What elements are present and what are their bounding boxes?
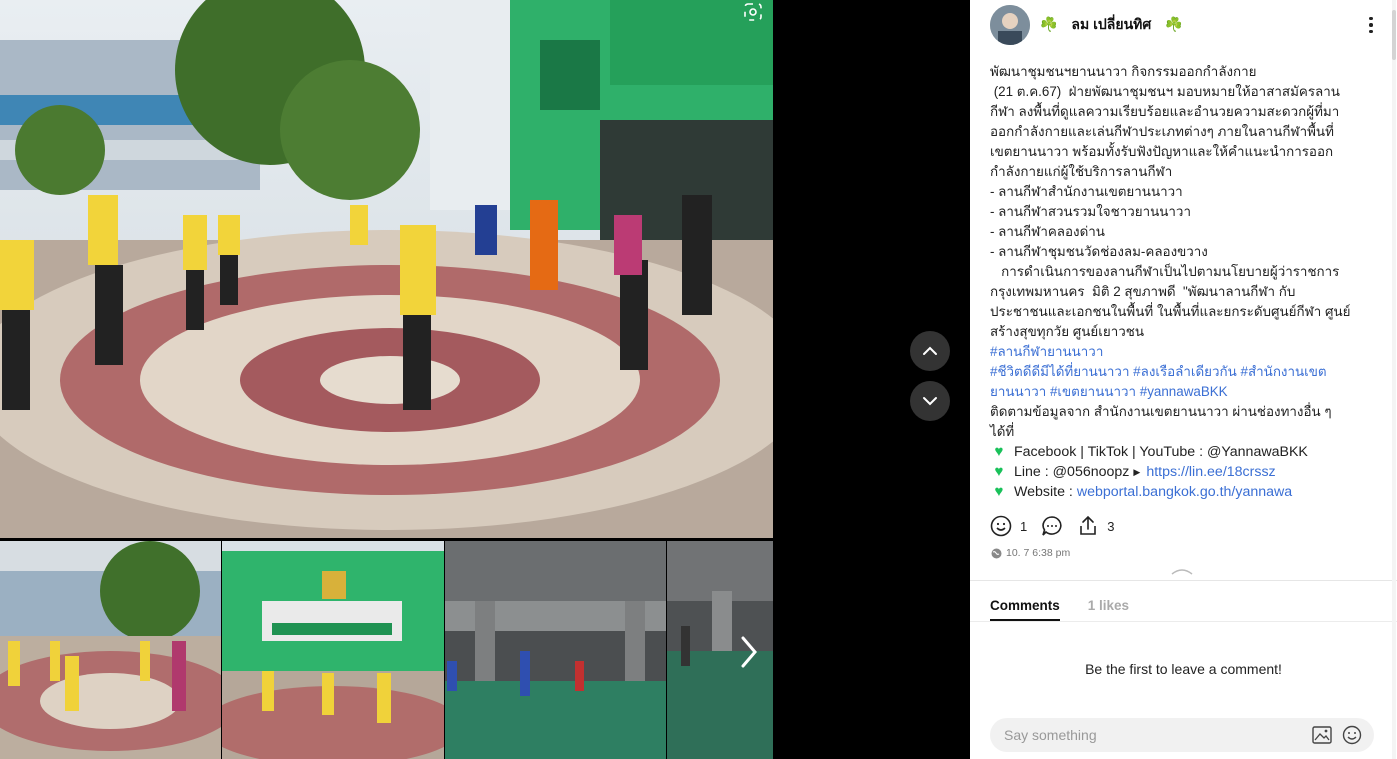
post-actions: 1 3 — [990, 514, 1124, 538]
line-link[interactable]: https://lin.ee/18crssz — [1146, 462, 1275, 482]
chevron-down-icon[interactable] — [910, 381, 950, 421]
contact-social: Facebook | TikTok | YouTube : @YannawaBK… — [1014, 444, 1308, 460]
author-name[interactable]: ☘️ ลม เปลี่ยนทิศ ☘️ — [1040, 14, 1183, 36]
divider — [970, 621, 1397, 622]
reaction-count: 1 — [1020, 518, 1028, 534]
contact-line-id: Line : @056noopz — [1014, 464, 1130, 480]
avatar[interactable] — [990, 5, 1030, 45]
heart-icon: ♥ — [994, 443, 1004, 460]
contact-line: ♥ Facebook | TikTok | YouTube : @Yannawa… — [990, 442, 1382, 462]
post-line: กีฬา ลงพื้นที่ดูแลความเรียบร้อยและอำนวยค… — [990, 104, 1340, 119]
follow-text: ได้ที่ — [990, 424, 1015, 439]
lens-icon[interactable] — [736, 0, 770, 24]
divider — [970, 580, 1397, 581]
timestamp-text: 10. 7 6:38 pm — [1006, 547, 1071, 559]
post-panel: ☘️ ลม เปลี่ยนทิศ ☘️ พัฒนาชุมชนฯยานนาวา ก… — [970, 0, 1397, 759]
scrollbar[interactable] — [1391, 0, 1397, 759]
tab-comments[interactable]: Comments — [990, 598, 1060, 621]
post-line: ออกกำลังกายและเล่นกีฬาประเภทต่างๆ ภายในล… — [990, 124, 1334, 139]
thumbnail-2[interactable] — [222, 541, 444, 759]
tab-likes[interactable]: 1 likes — [1088, 598, 1129, 621]
post-timestamp: 10. 7 6:38 pm — [991, 547, 1070, 559]
share-icon — [1080, 515, 1097, 535]
contact-line: ♥ Website : webportal.bangkok.go.th/yann… — [990, 482, 1382, 502]
heart-icon: ♥ — [994, 483, 1004, 500]
post-line: การดำเนินการของลานกีฬาเป็นไปตามนโยบายผู้… — [990, 264, 1340, 279]
post-header: ☘️ ลม เปลี่ยนทิศ ☘️ — [970, 0, 1397, 52]
post-line: - ลานกีฬาสำนักงานเขตยานนาวา — [990, 184, 1183, 199]
comment-box — [990, 718, 1374, 752]
main-photo[interactable] — [0, 0, 773, 538]
thumbnail-strip — [0, 541, 773, 759]
comment-input[interactable] — [1004, 718, 1294, 752]
heart-icon: ♥ — [994, 463, 1004, 480]
globe-icon — [991, 548, 1002, 558]
post-line: ประชาชนและเอกชนในพื้นที่ ในพื้นที่และยกร… — [990, 304, 1351, 319]
collapse-icon[interactable] — [1170, 563, 1194, 575]
post-line: สร้างสุขทุกวัย ศูนย์เยาวชน — [990, 324, 1144, 339]
empty-comments-message: Be the first to leave a comment! — [1085, 661, 1282, 677]
post-line: กำลังกายแก่ผู้ใช้บริการลานกีฬา — [990, 164, 1173, 179]
contact-line: ♥ Line : @056noopz ▶ https://lin.ee/18cr… — [990, 462, 1382, 482]
thumbnail-1[interactable] — [0, 541, 221, 759]
post-line: กรุงเทพมหานคร มิติ 2 สุขภาพดี "พัฒนาลานก… — [990, 284, 1296, 299]
website-label: Website : — [1014, 484, 1077, 500]
hashtag-link[interactable]: #ลานกีฬายานนาวา — [990, 342, 1382, 362]
more-vertical-icon[interactable] — [1360, 14, 1382, 36]
post-line: พัฒนาชุมชนฯยานนาวา กิจกรรมออกกำลังกาย — [990, 64, 1257, 79]
smile-icon — [990, 515, 1012, 537]
thumbnail-3[interactable] — [445, 541, 666, 759]
post-text: พัฒนาชุมชนฯยานนาวา กิจกรรมออกกำลังกาย (2… — [990, 62, 1382, 502]
hashtag-link[interactable]: ยานนาวา #เขตยานนาวา #yannawaBKK — [990, 382, 1382, 402]
post-line: (21 ต.ค.67) ฝ่ายพัฒนาชุมชนฯ มอบหมายให้อา… — [990, 84, 1340, 99]
chevron-right-icon[interactable] — [732, 632, 766, 672]
share-count: 3 — [1107, 518, 1115, 534]
react-button[interactable]: 1 — [990, 515, 1027, 537]
comment-tabs: Comments 1 likes — [990, 598, 1129, 621]
play-icon: ▶ — [1133, 467, 1141, 477]
chevron-up-icon[interactable] — [910, 331, 950, 371]
comment-button[interactable] — [1041, 515, 1063, 537]
image-icon[interactable] — [1312, 726, 1332, 744]
post-line: - ลานกีฬาชุมชนวัดช่องลม-คลองขวาง — [990, 244, 1208, 259]
emoji-icon[interactable] — [1342, 725, 1362, 745]
hashtag-link[interactable]: #ชีวิตดีดีมีได้ที่ยานนาวา #ลงเรือลำเดียว… — [990, 362, 1382, 382]
share-button[interactable]: 3 — [1077, 515, 1114, 537]
post-line: - ลานกีฬาสวนรวมใจชาวยานนาวา — [990, 204, 1191, 219]
post-line: - ลานกีฬาคลองด่าน — [990, 224, 1105, 239]
follow-text: ติดตามข้อมูลจาก สำนักงานเขตยานนาวา ผ่านช… — [990, 404, 1332, 419]
website-link[interactable]: webportal.bangkok.go.th/yannawa — [1077, 482, 1292, 502]
comment-icon — [1042, 516, 1062, 536]
post-line: เขตยานนาวา พร้อมทั้งรับฟังปัญหาและให้คำแ… — [990, 144, 1334, 159]
media-viewer — [0, 0, 970, 759]
